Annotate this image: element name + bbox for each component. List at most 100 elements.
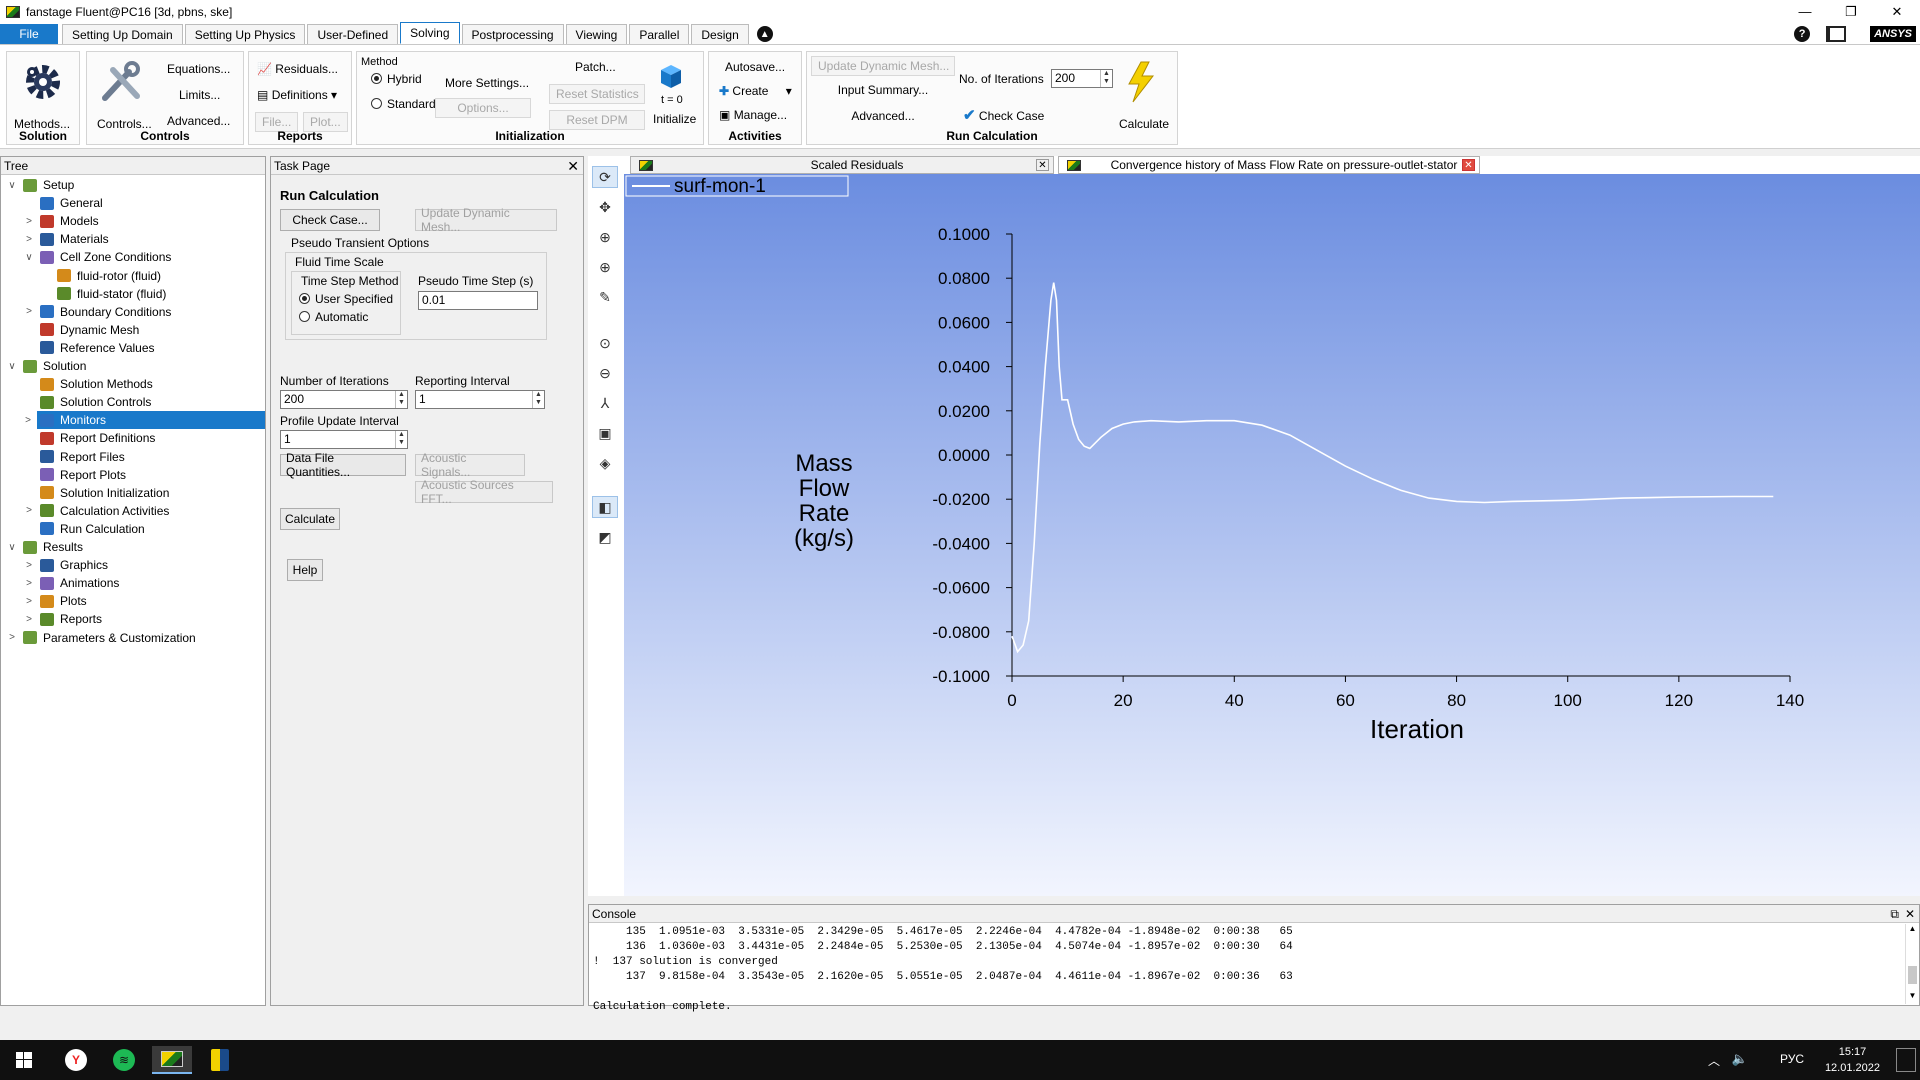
close-task-page-icon[interactable]: ✕ (567, 157, 579, 175)
check-case-task-button[interactable]: Check Case... (280, 209, 380, 231)
close-tab-icon[interactable]: ✕ (1462, 159, 1475, 171)
autosave-button[interactable]: Autosave... (725, 60, 785, 74)
acoustic-signals-button[interactable]: Acoustic Signals... (415, 451, 525, 479)
definitions-button[interactable]: ▤ Definitions ▾ (257, 88, 337, 102)
expand-toggle-icon[interactable]: > (24, 216, 34, 227)
tree-item-fluid-stator-fluid[interactable]: fluid-stator (fluid) (1, 285, 265, 303)
tree-item-reference-values[interactable]: Reference Values (1, 339, 265, 357)
spotify-icon[interactable]: ≋ (104, 1046, 144, 1074)
camera-icon[interactable]: ▣ (592, 422, 618, 444)
scrollbar-thumb[interactable] (1908, 966, 1917, 984)
residuals-button[interactable]: 📈 Residuals... (257, 62, 338, 76)
hybrid-radio[interactable]: Hybrid (371, 72, 422, 86)
expand-toggle-icon[interactable]: > (24, 234, 34, 245)
advanced-run-button[interactable]: Advanced... (811, 106, 955, 126)
advanced-controls-button[interactable]: Advanced... (167, 114, 230, 128)
options-button[interactable]: Options... (435, 98, 531, 118)
console-scrollbar[interactable]: ▲ ▼ (1905, 924, 1919, 1004)
rotate-icon[interactable]: ⟳ (592, 166, 618, 188)
expand-toggle-icon[interactable]: > (24, 578, 34, 589)
expand-toggle-icon[interactable]: > (24, 306, 34, 317)
tab-viewing[interactable]: Viewing (565, 24, 628, 44)
number-of-iterations-input[interactable]: 200 ▲ ▼ (280, 390, 408, 409)
equations-button[interactable]: Equations... (167, 62, 230, 76)
tray-chevron-icon[interactable]: ︿ (1708, 1052, 1720, 1069)
tab-parallel[interactable]: Parallel (629, 24, 690, 44)
expand-toggle-icon[interactable]: ∨ (7, 180, 17, 191)
tab-setting-up-physics[interactable]: Setting Up Physics (184, 24, 306, 44)
expand-toggle-icon[interactable]: > (24, 505, 34, 516)
user-specified-radio[interactable]: User Specified (299, 292, 393, 306)
tree-item-setup[interactable]: ∨ Setup (1, 176, 265, 194)
clock[interactable]: 15:17 12.01.2022 (1825, 1044, 1880, 1076)
tree-item-report-definitions[interactable]: Report Definitions (1, 429, 265, 447)
zoom-icon[interactable]: ⊕ (592, 226, 618, 248)
fit-to-window-icon[interactable]: ⊙ (592, 332, 618, 354)
windows-start-icon[interactable] (4, 1046, 44, 1074)
tree-item-boundary-conditions[interactable]: > Boundary Conditions (1, 303, 265, 321)
standard-radio[interactable]: Standard (371, 97, 436, 111)
view-icon[interactable]: ◈ (592, 452, 618, 474)
tree-item-solution-controls[interactable]: Solution Controls (1, 393, 265, 411)
tree-item-cell-zone-conditions[interactable]: ∨ Cell Zone Conditions (1, 248, 265, 266)
axes-icon[interactable]: ⅄ (592, 392, 618, 414)
tab-postprocessing[interactable]: Postprocessing (461, 24, 564, 44)
tab-convergence-history[interactable]: Convergence history of Mass Flow Rate on… (1058, 156, 1480, 174)
tab-design[interactable]: Design (691, 24, 749, 44)
collapse-ribbon-icon[interactable]: ▲ (756, 26, 773, 42)
tree-item-parameters-customization[interactable]: > Parameters & Customization (1, 629, 265, 647)
zoom-out-icon[interactable]: ⊖ (592, 362, 618, 384)
input-summary-button[interactable]: Input Summary... (811, 80, 955, 100)
tree-item-results[interactable]: ∨ Results (1, 538, 265, 556)
expand-toggle-icon[interactable]: > (24, 560, 34, 571)
yandex-browser-icon[interactable]: Y (56, 1046, 96, 1074)
pseudo-time-step-input[interactable]: 0.01 (418, 291, 538, 310)
tree-item-solution-methods[interactable]: Solution Methods (1, 375, 265, 393)
probe-icon[interactable]: ✎ (592, 286, 618, 308)
tab-setting-up-domain[interactable]: Setting Up Domain (62, 24, 183, 44)
expand-toggle-icon[interactable]: > (24, 614, 34, 625)
tree-item-monitors[interactable]: > Monitors (25, 411, 265, 430)
tab-user-defined[interactable]: User-Defined (307, 24, 399, 44)
automatic-radio[interactable]: Automatic (299, 310, 368, 324)
tab-scaled-residuals[interactable]: Scaled Residuals ✕ (630, 156, 1054, 174)
reporting-interval-input[interactable]: 1 ▲ ▼ (415, 390, 545, 409)
check-case-button[interactable]: ✔ Check Case (963, 106, 1044, 124)
profile-update-interval-input[interactable]: 1 ▲ ▼ (280, 430, 408, 449)
tree-item-report-plots[interactable]: Report Plots (1, 466, 265, 484)
create-button[interactable]: ✚ Create ▾ (719, 84, 792, 98)
orthographic-icon[interactable]: ◧ (592, 496, 618, 518)
tree-item-calculation-activities[interactable]: > Calculation Activities (1, 502, 265, 520)
initialize-button[interactable]: Initialize (653, 112, 696, 126)
reset-statistics-button[interactable]: Reset Statistics (549, 84, 645, 104)
patch-button[interactable]: Patch... (575, 60, 616, 74)
tree-item-general[interactable]: General (1, 194, 265, 212)
layout-icon[interactable] (1826, 26, 1847, 42)
acoustic-sources-fft-button[interactable]: Acoustic Sources FFT... (415, 478, 553, 506)
expand-toggle-icon[interactable]: > (24, 596, 34, 607)
tree-item-models[interactable]: > Models (1, 212, 265, 230)
help-button[interactable]: Help (287, 559, 323, 581)
pan-icon[interactable]: ✥ (592, 196, 618, 218)
tree-item-report-files[interactable]: Report Files (1, 448, 265, 466)
close-console-icon[interactable]: ✕ (1905, 905, 1915, 923)
plot-area[interactable]: 0.1000 0.0800 0.0600 0.0400 0.0200 0.0000 -0.0… (624, 174, 1920, 896)
reset-dpm-button[interactable]: Reset DPM (549, 110, 645, 130)
close-window-button[interactable]: ✕ (1874, 0, 1920, 23)
expand-toggle-icon[interactable]: ∨ (24, 252, 34, 263)
perspective-icon[interactable]: ◩ (592, 526, 618, 548)
fluent-taskbar-icon[interactable] (152, 1046, 192, 1074)
limits-button[interactable]: Limits... (179, 88, 220, 102)
language-indicator[interactable]: РУС (1780, 1052, 1804, 1066)
tree-item-animations[interactable]: > Animations (1, 574, 265, 592)
tree-item-dynamic-mesh[interactable]: Dynamic Mesh (1, 321, 265, 339)
update-dynamic-mesh-button[interactable]: Update Dynamic Mesh... (811, 56, 955, 76)
tree-item-fluid-rotor-fluid[interactable]: fluid-rotor (fluid) (1, 267, 265, 285)
restore-button[interactable]: ❐ (1828, 0, 1874, 23)
more-settings-button[interactable]: More Settings... (445, 76, 529, 90)
console-output[interactable]: 135 1.0951e-03 3.5331e-05 2.3429e-05 5.4… (589, 923, 1919, 1017)
tab-solving[interactable]: Solving (400, 22, 460, 44)
undock-icon[interactable]: ⧉ (1890, 905, 1899, 923)
manage-button[interactable]: ▣ Manage... (719, 108, 787, 122)
minimize-button[interactable]: — (1782, 0, 1828, 23)
